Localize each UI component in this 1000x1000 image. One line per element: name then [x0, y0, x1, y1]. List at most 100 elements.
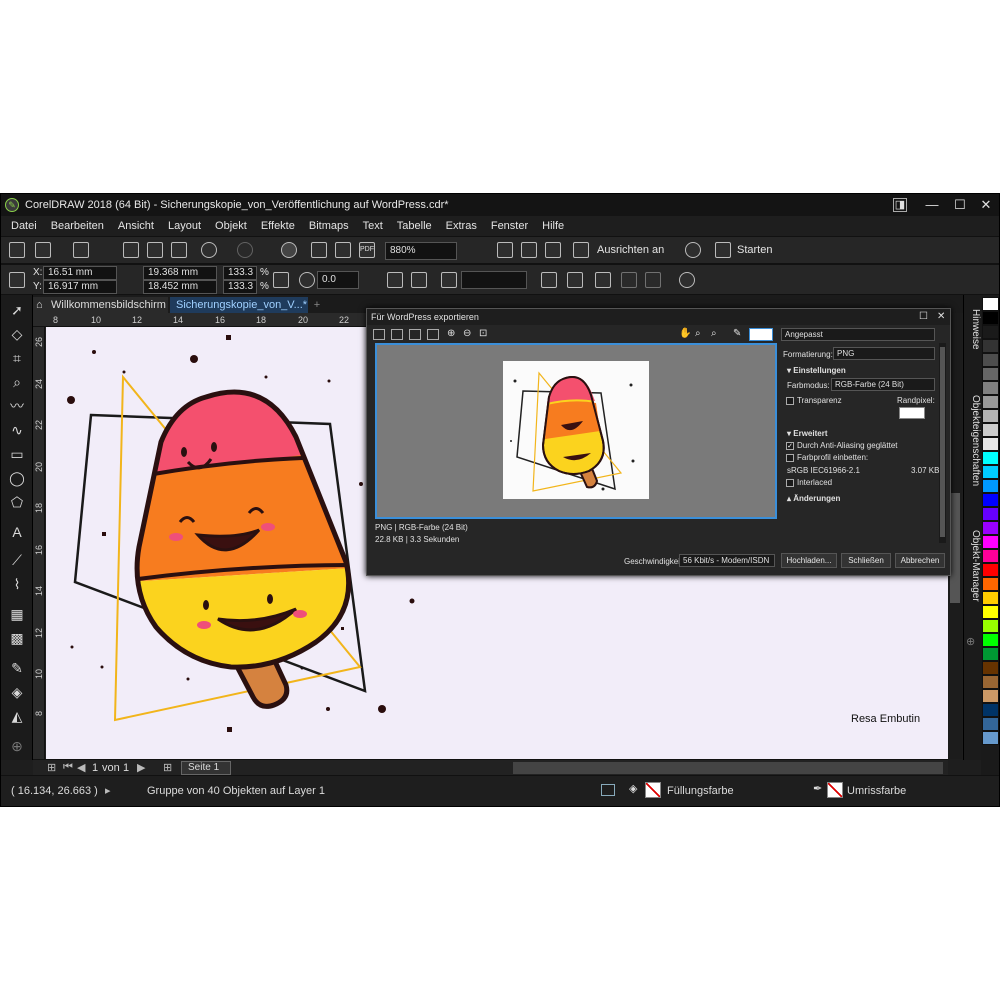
scale-height-field[interactable]: 133.3: [223, 280, 257, 294]
palette-swatch[interactable]: [982, 661, 999, 675]
palette-swatch[interactable]: [982, 619, 999, 633]
rotation-field[interactable]: 0.0: [317, 271, 359, 289]
color-proof-icon[interactable]: [601, 784, 615, 796]
split-horizontal-icon[interactable]: [409, 329, 421, 340]
shape-tool-icon[interactable]: ◇: [8, 325, 26, 343]
first-page-icon[interactable]: ⏮: [63, 761, 73, 774]
palette-swatch[interactable]: [982, 493, 999, 507]
copy-icon[interactable]: [147, 242, 163, 258]
start-launcher-icon[interactable]: [715, 242, 731, 258]
order-front-icon[interactable]: [621, 272, 637, 288]
smart-fill-icon[interactable]: ◭: [8, 707, 26, 725]
palette-swatch[interactable]: [982, 465, 999, 479]
palette-swatch[interactable]: [982, 437, 999, 451]
palette-swatch[interactable]: [982, 605, 999, 619]
palette-swatch[interactable]: [982, 689, 999, 703]
menu-bitmaps[interactable]: Bitmaps: [309, 220, 349, 232]
add-tool-icon[interactable]: ⊕: [8, 737, 26, 755]
palette-swatch[interactable]: [982, 423, 999, 437]
format-dropdown[interactable]: PNG: [833, 347, 935, 360]
palette-swatch[interactable]: [982, 311, 999, 325]
menu-fenster[interactable]: Fenster: [491, 220, 528, 232]
height-field[interactable]: 18.452 mm: [143, 280, 217, 294]
upload-button[interactable]: Hochladen...: [781, 553, 837, 568]
transparency-tool-icon[interactable]: ▦: [8, 605, 26, 623]
account-icon[interactable]: ◨: [893, 198, 907, 212]
view-icon[interactable]: [545, 242, 561, 258]
colormode-dropdown[interactable]: RGB-Farbe (24 Bit): [831, 378, 935, 391]
outline-color-swatch[interactable]: [827, 782, 843, 798]
palette-swatch[interactable]: [982, 521, 999, 535]
menu-tabelle[interactable]: Tabelle: [397, 220, 432, 232]
dialog-zoom-icon[interactable]: ⌕: [695, 328, 701, 339]
matte-color-swatch[interactable]: [899, 407, 925, 419]
x-position-field[interactable]: 16.51 mm: [43, 266, 117, 280]
paste-icon[interactable]: [171, 242, 187, 258]
pick-tool-icon[interactable]: ➚: [8, 301, 26, 319]
pdf-export-icon[interactable]: PDF: [359, 242, 375, 258]
dialog-zoom-out-icon[interactable]: ⊖: [463, 328, 471, 339]
palette-swatch[interactable]: [982, 717, 999, 731]
mirror-vertical-icon[interactable]: [411, 272, 427, 288]
fill-tool-icon[interactable]: ◈: [8, 683, 26, 701]
changes-section-header[interactable]: ▴ Änderungen: [787, 494, 840, 503]
horizontal-scrollbar[interactable]: [513, 762, 943, 774]
palette-swatch[interactable]: [982, 563, 999, 577]
fullscreen-preview-icon[interactable]: [497, 242, 513, 258]
outline-width-dropdown[interactable]: [461, 271, 527, 289]
dialog-pan-icon[interactable]: ✋: [679, 328, 691, 339]
settings-scrollbar[interactable]: [939, 343, 946, 543]
single-view-icon[interactable]: [373, 329, 385, 340]
add-page-icon[interactable]: ⊞: [47, 761, 56, 774]
redo-icon[interactable]: [237, 242, 253, 258]
pattern-tool-icon[interactable]: ▩: [8, 629, 26, 647]
cancel-button[interactable]: Abbrechen: [895, 553, 945, 568]
embed-profile-checkbox[interactable]: [786, 454, 794, 462]
add-icon[interactable]: [679, 272, 695, 288]
palette-swatch[interactable]: [982, 731, 999, 745]
palette-swatch[interactable]: [982, 479, 999, 493]
menu-bearbeiten[interactable]: Bearbeiten: [51, 220, 104, 232]
ellipse-tool-icon[interactable]: ◯: [8, 469, 26, 487]
mirror-horizontal-icon[interactable]: [387, 272, 403, 288]
snap-icon[interactable]: [573, 242, 589, 258]
y-position-field[interactable]: 16.917 mm: [43, 280, 117, 294]
scale-width-field[interactable]: 133.3: [223, 266, 257, 280]
tab-welcome[interactable]: ⌂ Willkommensbildschirm: [33, 297, 168, 313]
palette-swatch[interactable]: [982, 633, 999, 647]
eyedropper-tool-icon[interactable]: ✎: [8, 659, 26, 677]
lock-ratio-icon[interactable]: [273, 272, 289, 288]
minimize-button[interactable]: —: [921, 196, 943, 214]
menu-datei[interactable]: Datei: [11, 220, 37, 232]
print-icon[interactable]: [123, 242, 139, 258]
rotation-icon[interactable]: [299, 272, 315, 288]
split-vertical-icon[interactable]: [391, 329, 403, 340]
vertical-ruler[interactable]: 26 24 22 20 18 16 14 12 10 8: [33, 327, 45, 759]
palette-swatch[interactable]: [982, 591, 999, 605]
menu-objekt[interactable]: Objekt: [215, 220, 247, 232]
docker-tab-properties[interactable]: Objekteigenschaften: [965, 395, 981, 486]
palette-swatch[interactable]: [982, 339, 999, 353]
dialog-color-swatch[interactable]: [749, 328, 773, 341]
palette-swatch[interactable]: [982, 325, 999, 339]
dialog-zoom-in-icon[interactable]: ⊕: [447, 328, 455, 339]
close-button[interactable]: ✕: [975, 196, 997, 214]
preset-dropdown[interactable]: Angepasst: [781, 328, 935, 341]
add-docker-icon[interactable]: ⊕: [966, 635, 975, 648]
palette-swatch[interactable]: [982, 549, 999, 563]
width-field[interactable]: 19.368 mm: [143, 266, 217, 280]
search-content-icon[interactable]: [281, 242, 297, 258]
dialog-restore-icon[interactable]: ☐: [919, 309, 928, 325]
zoom-level-field[interactable]: 880%: [385, 242, 457, 260]
menu-text[interactable]: Text: [363, 220, 383, 232]
import-icon[interactable]: [311, 242, 327, 258]
break-apart-icon[interactable]: [567, 272, 583, 288]
artistic-media-icon[interactable]: ∿: [8, 421, 26, 439]
fill-color-swatch[interactable]: [645, 782, 661, 798]
outline-pen-icon[interactable]: [441, 272, 457, 288]
palette-swatch[interactable]: [982, 703, 999, 717]
align-distribute-icon[interactable]: [595, 272, 611, 288]
dialog-close-icon[interactable]: ✕: [937, 309, 945, 325]
menu-extras[interactable]: Extras: [446, 220, 477, 232]
palette-swatch[interactable]: [982, 675, 999, 689]
